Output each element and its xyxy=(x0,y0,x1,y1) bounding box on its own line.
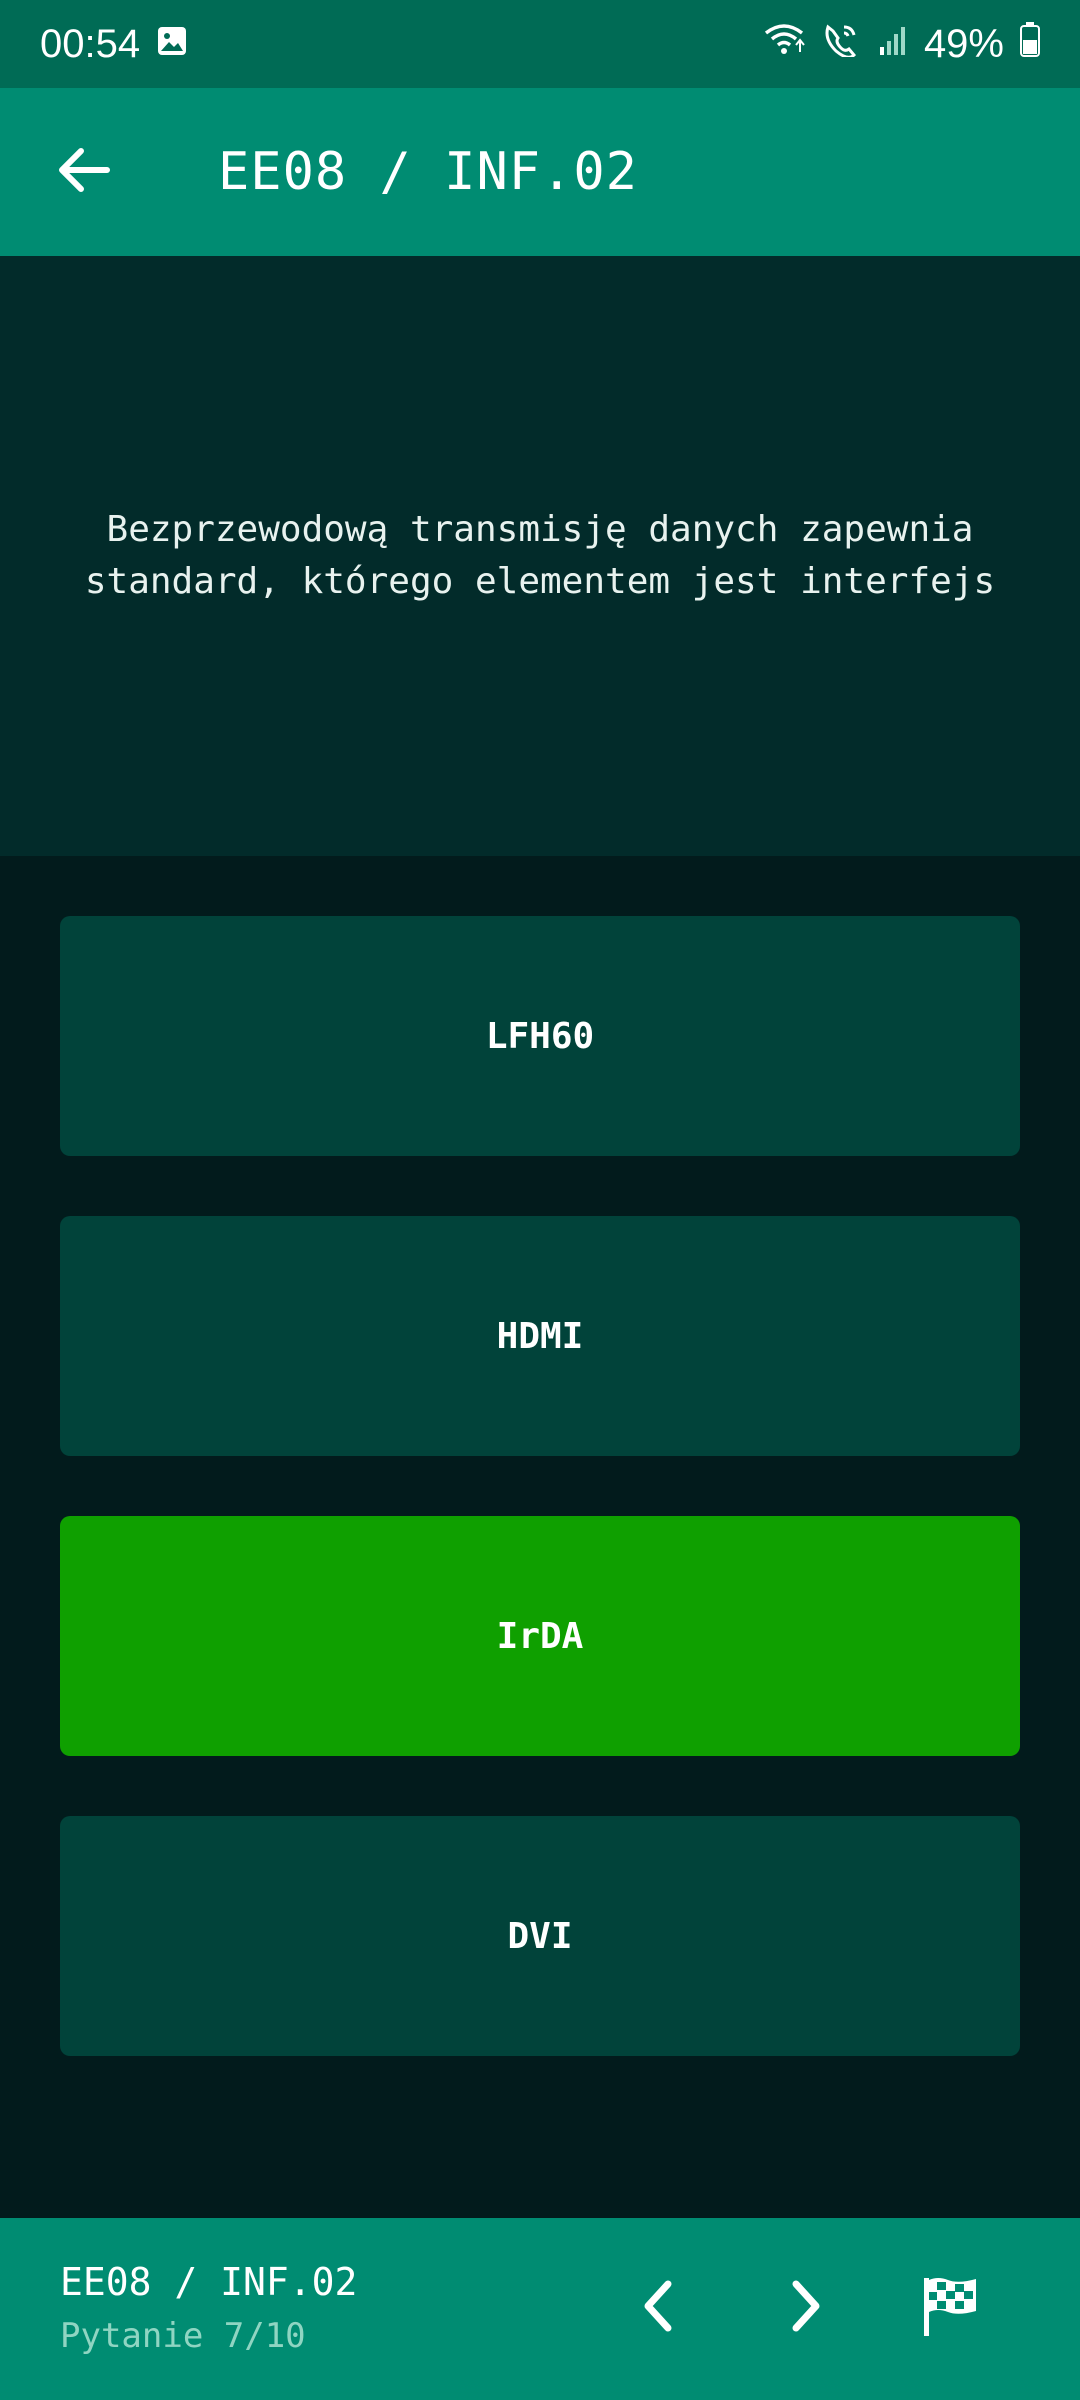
page-title: EE08 / INF.02 xyxy=(218,142,638,202)
app-bar: EE08 / INF.02 xyxy=(0,88,1080,256)
back-button[interactable] xyxy=(36,124,132,220)
previous-button[interactable] xyxy=(608,2258,708,2358)
answer-label: HDMI xyxy=(496,1315,584,1357)
bottom-bar: EE08 / INF.02 Pytanie 7/10 xyxy=(0,2218,1080,2400)
battery-percent: 49% xyxy=(923,21,1004,66)
next-button[interactable] xyxy=(756,2258,856,2358)
answer-option-4[interactable]: DVI xyxy=(60,1816,1020,2056)
answer-label: DVI xyxy=(507,1915,573,1957)
image-icon xyxy=(156,22,188,67)
question-progress: Pytanie 7/10 xyxy=(60,2316,306,2356)
question-panel: Bezprzewodową transmisję danych zapewnia… xyxy=(0,256,1080,856)
chevron-right-icon xyxy=(786,2278,826,2338)
bottom-title: EE08 / INF.02 xyxy=(60,2260,358,2304)
answer-list: LFH60 HDMI IrDA DVI xyxy=(60,916,1020,2116)
answer-option-2[interactable]: HDMI xyxy=(60,1216,1020,1456)
status-bar: 00:54 49% xyxy=(0,0,1080,88)
battery-icon xyxy=(1020,21,1040,67)
status-time: 00:54 xyxy=(40,21,141,66)
signal-icon xyxy=(878,22,908,67)
answer-option-3-correct[interactable]: IrDA xyxy=(60,1516,1020,1756)
checkered-flag-icon xyxy=(918,2274,982,2342)
finish-button[interactable] xyxy=(900,2258,1000,2358)
answer-label: IrDA xyxy=(496,1615,584,1657)
answer-label: LFH60 xyxy=(485,1015,595,1057)
question-text: Bezprzewodową transmisję danych zapewnia… xyxy=(84,509,996,602)
wifi-calling-icon xyxy=(822,21,862,67)
answer-option-1[interactable]: LFH60 xyxy=(60,916,1020,1156)
chevron-left-icon xyxy=(638,2278,678,2338)
arrow-left-icon xyxy=(57,146,111,198)
wifi-icon xyxy=(762,21,806,67)
